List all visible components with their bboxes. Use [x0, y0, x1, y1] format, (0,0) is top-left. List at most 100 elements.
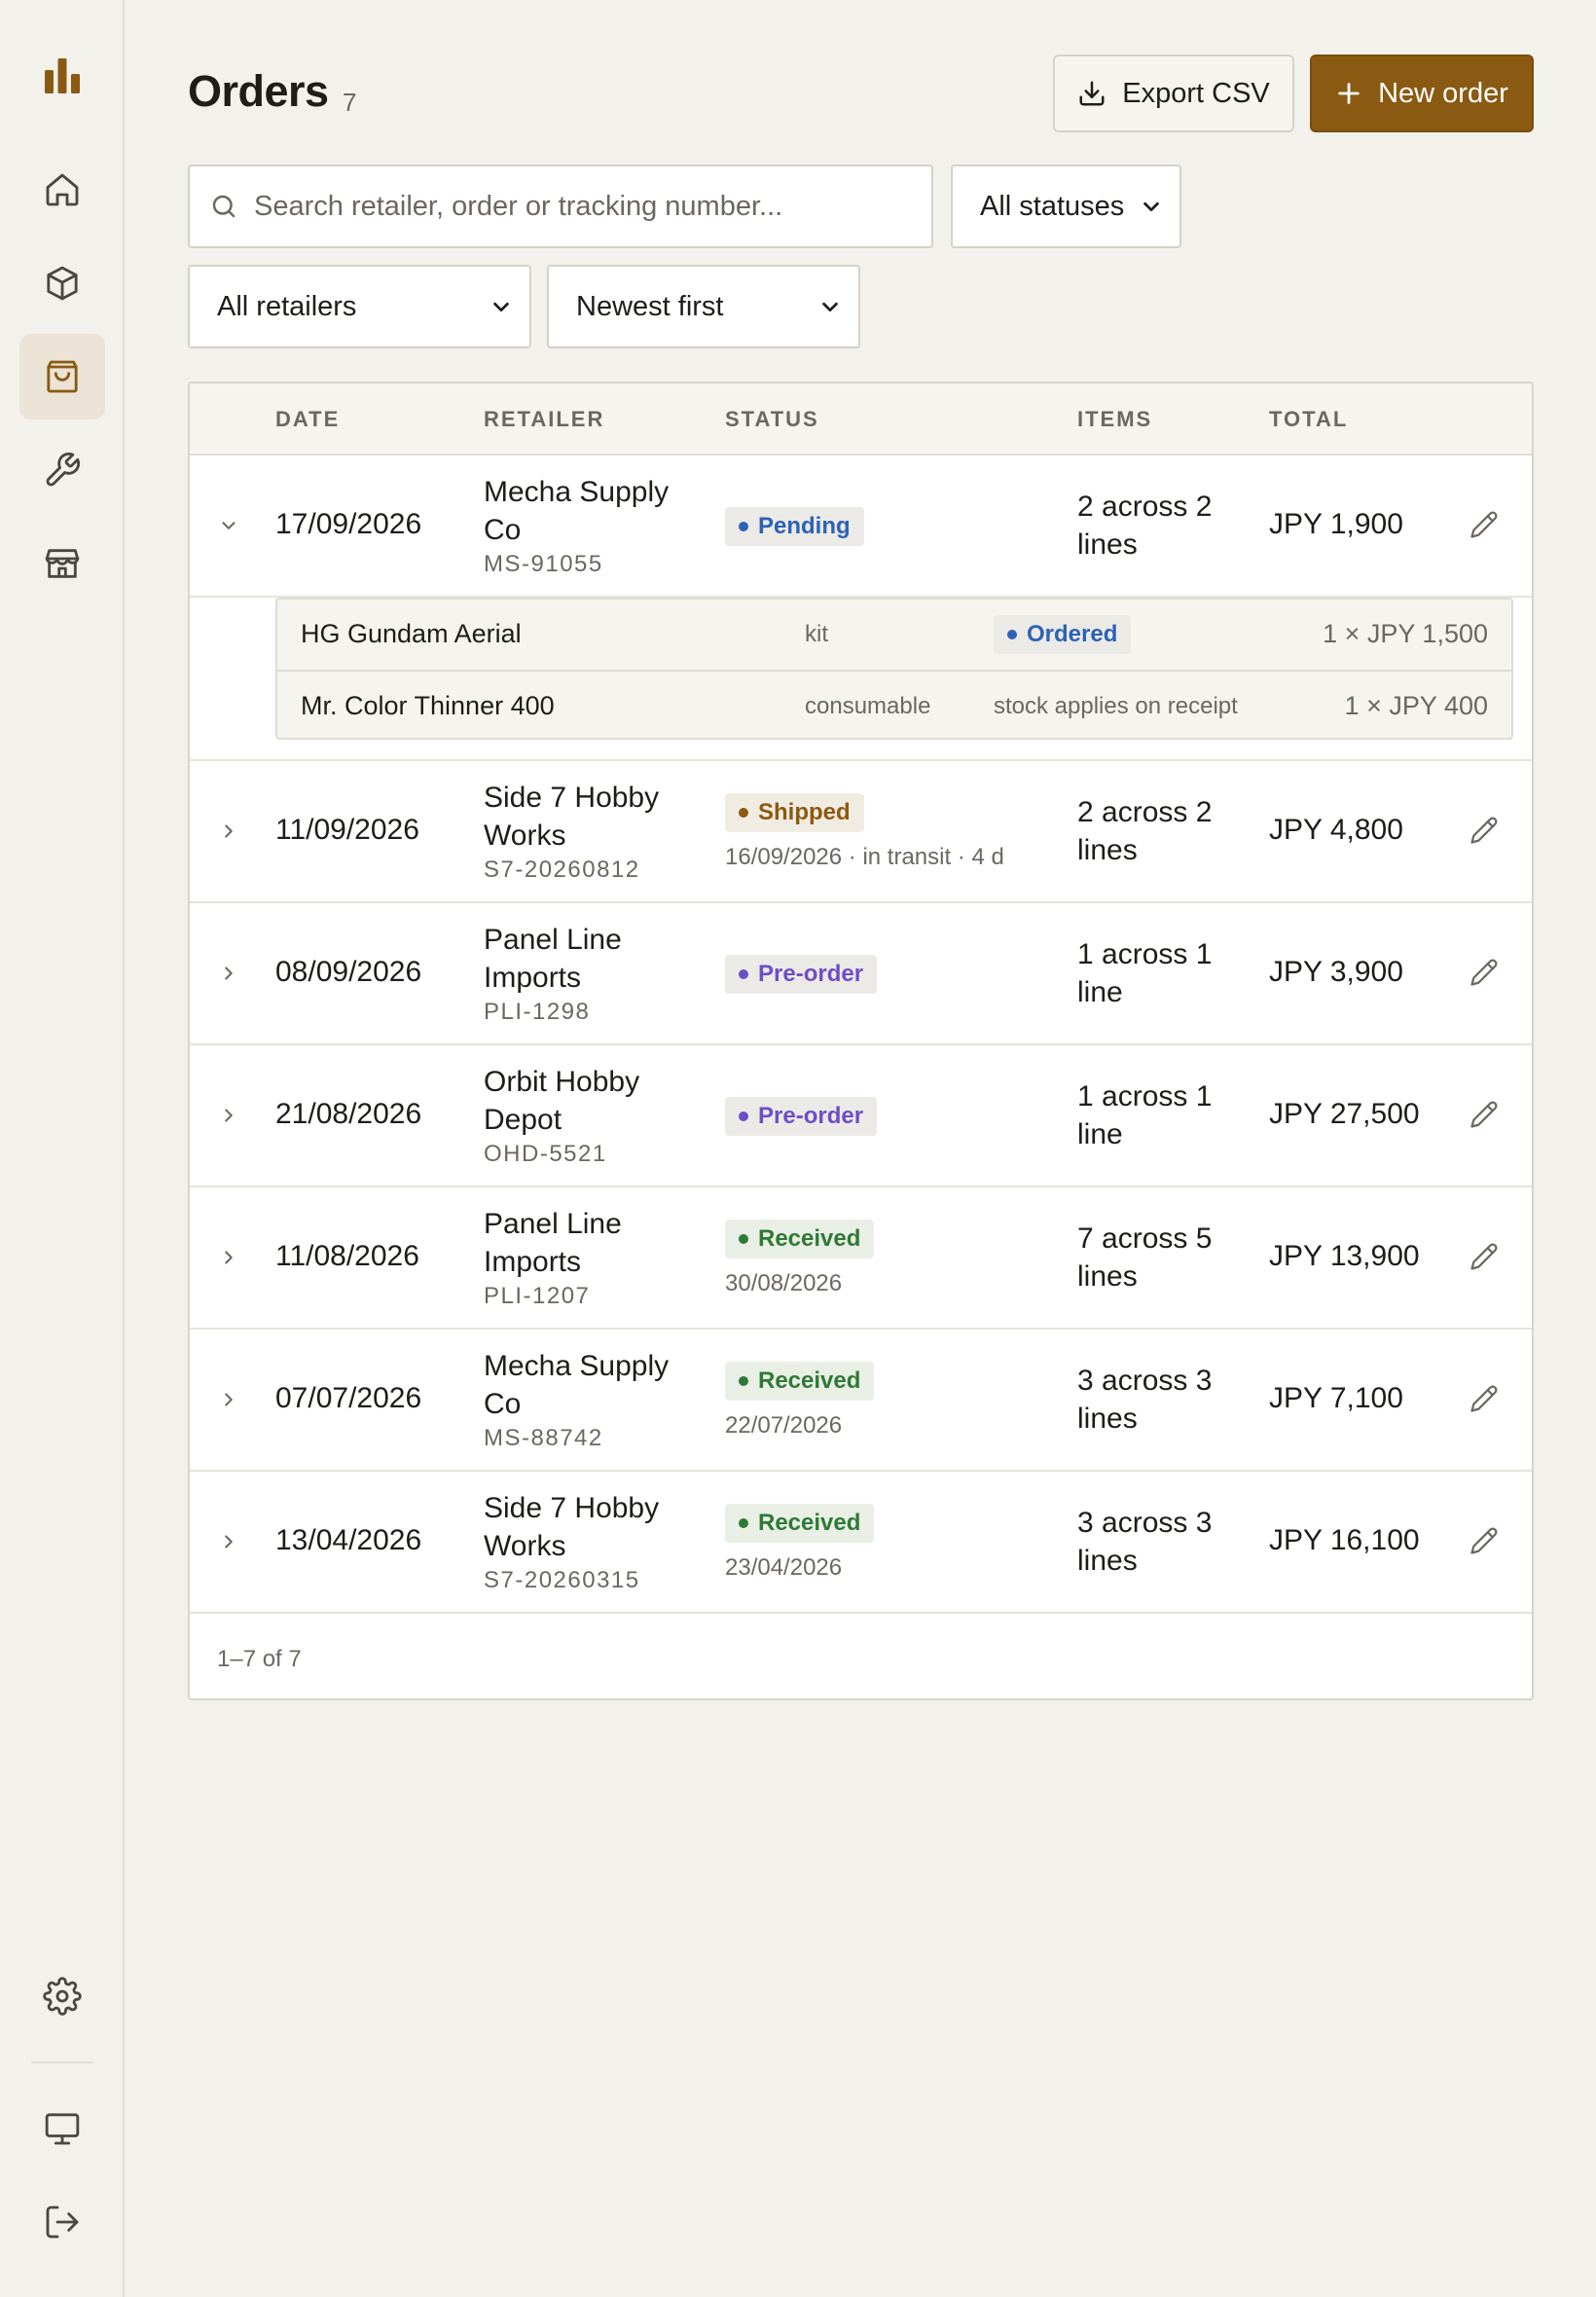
status-badge: Pre-order [725, 955, 878, 994]
orders-table: DATE RETAILER STATUS ITEMS TOTAL 17/09/2… [188, 382, 1534, 1700]
order-total: JPY 13,900 [1269, 1240, 1420, 1272]
pencil-icon [1470, 959, 1498, 986]
new-order-button[interactable]: New order [1310, 55, 1534, 132]
pencil-icon [1470, 1385, 1498, 1412]
expand-row-button[interactable] [209, 1380, 248, 1419]
order-items: 3 across 3 lines [1077, 1365, 1213, 1435]
sidebar-divider [31, 2061, 93, 2063]
table-row[interactable]: 21/08/2026 Orbit Hobby Depot OHD-5521 Pr… [190, 1045, 1532, 1187]
line-item-category: consumable [805, 693, 931, 719]
order-status: Received 30/08/2026 [725, 1220, 875, 1297]
order-items: 7 across 5 lines [1077, 1222, 1213, 1293]
table-row[interactable]: 08/09/2026 Panel Line Imports PLI-1298 P… [190, 903, 1532, 1045]
pencil-icon [1470, 1527, 1498, 1554]
order-status: Pre-order [725, 955, 878, 994]
sidebar-item-settings[interactable] [19, 1953, 105, 2039]
table-row[interactable]: 11/08/2026 Panel Line Imports PLI-1207 R… [190, 1187, 1532, 1330]
line-item-name: Mr. Color Thinner 400 [301, 691, 555, 720]
retailer-filter-select[interactable]: All retailers [188, 265, 531, 348]
order-items: 2 across 2 lines [1077, 491, 1213, 561]
edit-order-button[interactable] [1465, 1521, 1504, 1560]
order-items: 3 across 3 lines [1077, 1507, 1213, 1577]
sidebar-item-store[interactable] [19, 521, 105, 606]
column-header-status[interactable]: STATUS [725, 407, 819, 432]
chevron-down-icon [822, 302, 838, 312]
order-retailer: Mecha Supply Co MS-91055 [484, 473, 707, 578]
order-items: 2 across 2 lines [1077, 796, 1213, 866]
order-count: 7 [343, 88, 357, 117]
search-input[interactable] [254, 190, 896, 223]
status-filter-select[interactable]: All statuses [951, 164, 1181, 248]
order-number: S7-20260315 [484, 1567, 640, 1593]
order-number: OHD-5521 [484, 1141, 607, 1167]
expand-row-button[interactable] [209, 1522, 248, 1561]
sidebar-item-logout[interactable] [19, 2179, 105, 2265]
order-date: 17/09/2026 [275, 508, 422, 540]
column-header-total[interactable]: TOTAL [1269, 407, 1348, 432]
pencil-icon [1470, 1243, 1498, 1270]
pagination-summary: 1–7 of 7 [217, 1646, 302, 1672]
column-header-items[interactable]: ITEMS [1077, 407, 1152, 432]
search-box [188, 164, 933, 248]
edit-order-button[interactable] [1465, 953, 1504, 992]
edit-order-button[interactable] [1465, 505, 1504, 544]
order-status: Received 23/04/2026 [725, 1504, 875, 1582]
edit-order-button[interactable] [1465, 1379, 1504, 1418]
sidebar-item-tools[interactable] [19, 427, 105, 513]
column-header-retailer[interactable]: RETAILER [484, 407, 604, 432]
expand-row-button[interactable] [209, 1238, 248, 1277]
order-date: 08/09/2026 [275, 956, 422, 988]
store-icon [45, 549, 80, 578]
logout-icon [46, 2206, 79, 2239]
table-row[interactable]: 07/07/2026 Mecha Supply Co MS-88742 Rece… [190, 1330, 1532, 1472]
order-retailer: Side 7 Hobby Works S7-20260315 [484, 1489, 707, 1594]
order-retailer: Orbit Hobby Depot OHD-5521 [484, 1063, 707, 1168]
order-number: MS-88742 [484, 1425, 603, 1451]
collapse-row-button[interactable] [209, 506, 248, 545]
monitor-icon [45, 2113, 80, 2145]
edit-order-button[interactable] [1465, 1095, 1504, 1134]
export-csv-button[interactable]: Export CSV [1053, 55, 1294, 132]
sidebar-item-orders[interactable] [19, 334, 105, 419]
logo-icon[interactable] [43, 56, 82, 95]
retailer-filter-value: All retailers [217, 290, 357, 322]
order-retailer: Side 7 Hobby Works S7-20260812 [484, 779, 707, 884]
expand-row-button[interactable] [209, 812, 248, 851]
table-row[interactable]: 11/09/2026 Side 7 Hobby Works S7-2026081… [190, 761, 1532, 903]
order-date: 07/07/2026 [275, 1382, 422, 1414]
chevron-down-icon [1143, 201, 1159, 212]
expand-row-button[interactable] [209, 954, 248, 993]
sidebar-item-display[interactable] [19, 2086, 105, 2171]
sidebar-item-home[interactable] [19, 147, 105, 233]
sort-select[interactable]: Newest first [547, 265, 860, 348]
expand-row-button[interactable] [209, 1096, 248, 1135]
order-number: S7-20260812 [484, 857, 640, 883]
table-row[interactable]: 17/09/2026 Mecha Supply Co MS-91055 Pend… [190, 456, 1532, 598]
column-header-date[interactable]: DATE [275, 407, 340, 432]
pencil-icon [1470, 511, 1498, 538]
wrench-icon [46, 452, 81, 487]
retailer-name: Side 7 Hobby Works [484, 1492, 660, 1562]
line-item-status: Ordered [994, 615, 1132, 654]
edit-order-button[interactable] [1465, 1237, 1504, 1276]
status-badge: Received [725, 1362, 875, 1401]
status-badge: Shipped [725, 793, 864, 832]
sidebar-item-inventory[interactable] [19, 240, 105, 326]
order-date: 11/08/2026 [275, 1240, 419, 1272]
chevron-down-icon [222, 522, 236, 529]
order-status: Pre-order [725, 1097, 878, 1136]
order-number: PLI-1298 [484, 999, 591, 1025]
list-item: Mr. Color Thinner 400 consumable stock a… [277, 670, 1511, 740]
table-row[interactable]: 13/04/2026 Side 7 Hobby Works S7-2026031… [190, 1472, 1532, 1614]
download-icon [1079, 81, 1105, 106]
line-item-category: kit [805, 621, 828, 647]
chevron-right-icon [225, 824, 233, 838]
chevron-down-icon [493, 302, 509, 312]
pencil-icon [1470, 817, 1498, 844]
order-date: 11/09/2026 [275, 814, 419, 846]
status-badge: Ordered [994, 615, 1132, 654]
order-total: JPY 1,900 [1269, 508, 1403, 540]
order-total: JPY 4,800 [1269, 814, 1403, 846]
edit-order-button[interactable] [1465, 811, 1504, 850]
retailer-name: Orbit Hobby Depot [484, 1066, 640, 1136]
